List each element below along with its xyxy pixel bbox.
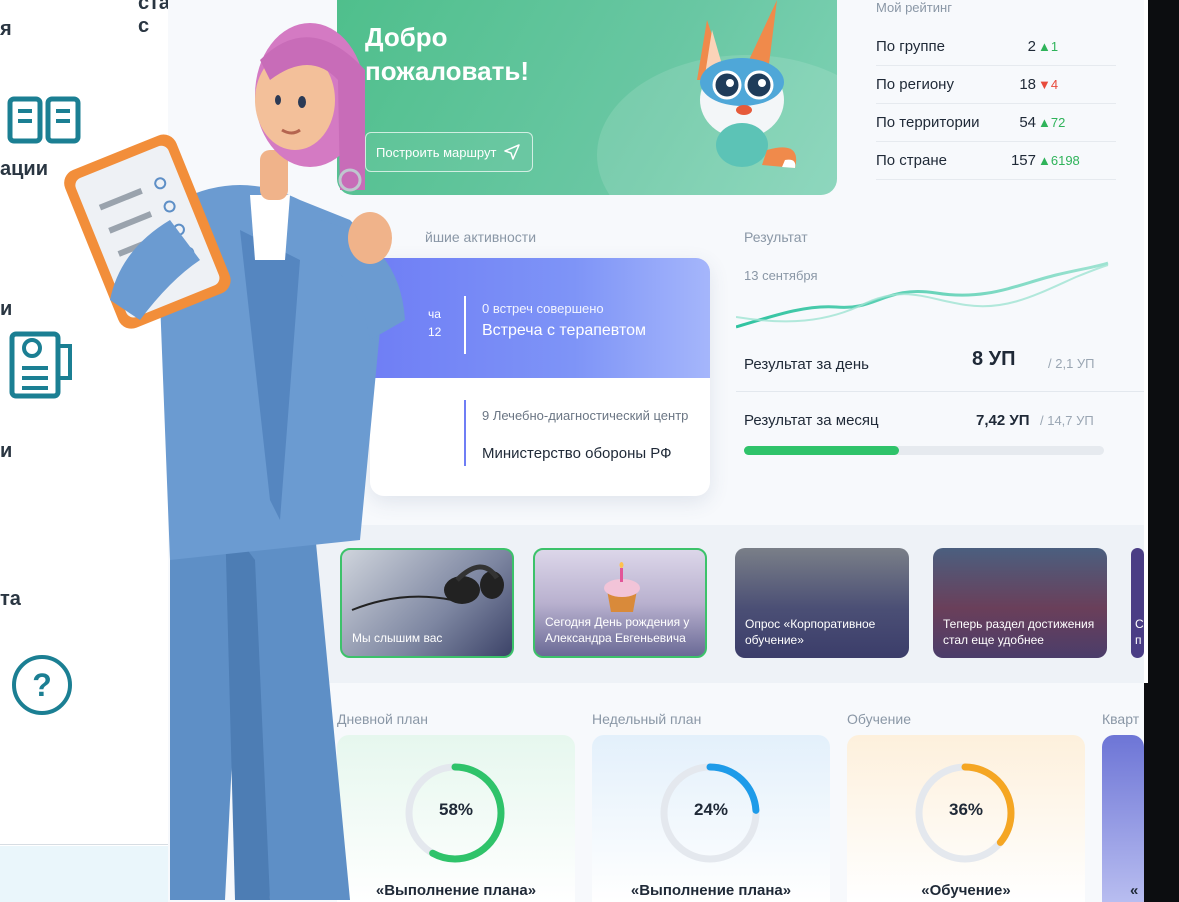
rating-value: 18 [1019,76,1036,93]
build-route-button[interactable]: Построить маршрут [365,132,534,172]
sidebar-text-fragment: я [0,18,12,40]
news-title: Сегодня День рождения у Александра Евген… [545,615,690,645]
sidebar-item-label[interactable]: и [0,440,12,463]
sidebar-item-label[interactable]: и [0,298,12,321]
plan-name: « [1130,882,1139,899]
rating-value: 2 [1027,38,1036,55]
rating-label: По территории [876,114,980,131]
rating-delta: ▲72 [1038,115,1066,130]
welcome-card: Добро пожаловать! Построить маршрут [337,0,837,195]
rating-row: По стране 157 ▲6198 [876,142,1116,180]
result-title: Результат [744,229,808,245]
plan-label: Кварт [1102,711,1140,727]
plan-percent: 36% [948,800,984,819]
help-glyph: ? [32,666,52,703]
rating-row: По региону 18 ▼4 [876,66,1116,104]
news-card[interactable]: С п [1131,548,1144,658]
news-title: Теперь раздел достижения стал еще удобне… [943,617,1095,647]
news-title: С п [1135,617,1144,647]
activity-title: Встреча с терапевтом [482,322,646,339]
day-result-target: / 2,1 УП [1048,356,1095,371]
activity-title[interactable]: Министерство обороны РФ [482,445,672,462]
sidebar-item-label[interactable]: ации [0,158,48,181]
news-card[interactable]: Сегодня День рождения у Александра Евген… [533,548,707,658]
plan-card[interactable]: 58% «Выполнение плана» [337,735,575,902]
checklist-icon [9,331,72,399]
rating-title: Мой рейтинг [876,0,952,15]
month-result-target: / 14,7 УП [1040,413,1094,428]
help-icon[interactable]: ? [12,655,72,715]
activity-date: ча 12 [428,307,442,339]
rating-row: По группе 2 ▲1 [876,28,1116,66]
sidebar: ставителей с я ации и и та ? [0,0,251,845]
rating-row: По территории 54 ▲72 [876,104,1116,142]
plan-card[interactable]: 24% «Выполнение плана» [592,735,830,902]
news-title: Опрос «Корпоративное обучение» [745,617,876,647]
sidebar-item-label[interactable]: та [0,588,21,611]
month-progress-bar [744,446,1104,455]
news-title: Мы слышим вас [352,631,443,645]
rating-label: По стране [876,152,947,169]
rating-delta: ▼4 [1038,77,1059,92]
plan-percent: 24% [693,800,729,819]
plan-name: «Обучение» [921,882,1011,899]
rating-value: 157 [1010,152,1036,169]
activity-subtitle: 0 встреч совершено [482,301,604,316]
build-route-label: Построить маршрут [376,144,497,160]
outer-background [1144,0,1179,902]
send-arrow-icon [504,144,521,160]
activities-card: ча 12 0 встреч совершено Встреча с терапе… [370,258,710,496]
plan-card[interactable]: « [1102,735,1144,902]
day-result-value: 8 УП [972,348,1016,370]
plan-percent: 58% [438,800,474,819]
rating-label: По группе [876,38,946,55]
news-card[interactable]: Опрос «Корпоративное обучение» [735,548,909,658]
rating-delta: ▲6198 [1038,153,1080,168]
news-card[interactable]: Теперь раздел достижения стал еще удобне… [933,548,1107,658]
welcome-title: Добро пожаловать! [365,22,529,86]
book-icon [7,96,81,144]
rating-delta: ▲1 [1038,39,1059,54]
activities-title: йшие активности [425,229,537,245]
rating-label: По региону [876,76,954,93]
plan-card[interactable]: 36% «Обучение» [847,735,1085,902]
rating-value: 54 [1019,114,1036,131]
plan-label: Недельный план [592,711,702,727]
month-result-label: Результат за месяц [744,412,879,429]
activity-subtitle: 9 Лечебно-диагностический центр [482,408,689,423]
plan-label: Обучение [847,711,912,727]
day-result-label: Результат за день [744,356,869,373]
result-sparkline [736,261,1109,329]
plan-name: «Выполнение плана» [375,882,537,899]
month-result-value: 7,42 УП [976,412,1030,429]
news-card[interactable]: Мы слышим вас [340,548,514,658]
plan-name: «Выполнение плана» [630,882,792,899]
activity-item[interactable]: ча 12 0 встреч совершено Встреча с терапе… [370,258,710,378]
fox-mascot [697,0,797,168]
plan-label: Дневной план [337,711,428,727]
